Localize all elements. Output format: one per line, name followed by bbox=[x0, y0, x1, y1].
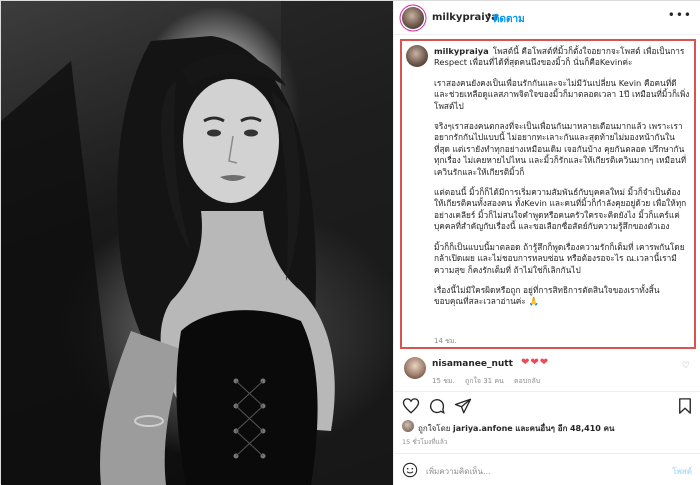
caption-avatar[interactable] bbox=[406, 45, 428, 67]
caption-highlight: milkypraiya โพสต์นี้ คือโพสต์ที่มิ้วก็ตั้… bbox=[400, 39, 696, 349]
share-icon[interactable] bbox=[454, 397, 472, 415]
comment-meta: 15 ชม. ถูกใจ 31 คน ตอบกลับ bbox=[432, 376, 548, 387]
comment-icon[interactable] bbox=[428, 397, 446, 415]
post-comment-button[interactable]: โพสต์ bbox=[672, 465, 692, 478]
likes-mid: และคนอื่นๆ อีก bbox=[515, 424, 568, 433]
bookmark-icon[interactable] bbox=[676, 397, 694, 415]
emoji-icon[interactable] bbox=[402, 462, 418, 478]
likes-text: ถูกใจโดย jariya.anfone และคนอื่นๆ อีก 48… bbox=[418, 422, 614, 435]
caption-paragraph: แต่ตอนนี้ มิ้วก็ก็ได้มีการเริ่มความสัมพั… bbox=[434, 187, 687, 232]
post-header: milkypraiya • ติดตาม ••• bbox=[394, 1, 700, 35]
comment-input[interactable]: เพิ่มความคิดเห็น... bbox=[426, 465, 491, 478]
post-timestamp[interactable]: 15 ชั่วโมงที่แล้ว bbox=[402, 437, 447, 447]
comment-time: 15 ชม. bbox=[432, 377, 455, 385]
add-comment-bar: เพิ่มความคิดเห็น... โพสต์ bbox=[394, 453, 700, 485]
likes-prefix: ถูกใจโดย bbox=[418, 424, 451, 433]
post-viewer: milkypraiya • ติดตาม ••• milkypraiya โพสต… bbox=[0, 0, 700, 485]
header-separator: • bbox=[486, 10, 492, 21]
caption-text: milkypraiya โพสต์นี้ คือโพสต์ที่มิ้วก็ตั้… bbox=[434, 46, 690, 317]
caption-paragraph: มิ้วก็ก็เป็นแบบนี้มาตลอด ถ้ารู้สึกก็พูดเ… bbox=[434, 241, 685, 275]
likes-count[interactable]: 48,410 คน bbox=[570, 424, 614, 433]
post-photo[interactable] bbox=[1, 1, 393, 485]
caption-paragraph: เราสองคนยังคงเป็นเพื่อนรักกันและจะไม่มีว… bbox=[434, 77, 690, 111]
comment-likes[interactable]: ถูกใจ 31 คน bbox=[465, 377, 504, 385]
follow-button[interactable]: ติดตาม bbox=[493, 12, 525, 27]
caption-time: 14 ชม. bbox=[434, 337, 457, 345]
more-options-icon[interactable]: ••• bbox=[668, 8, 692, 22]
reply-button[interactable]: ตอบกลับ bbox=[514, 377, 540, 385]
author-avatar[interactable] bbox=[402, 7, 424, 29]
liker-avatar[interactable] bbox=[402, 420, 414, 432]
caption-username[interactable]: milkypraiya bbox=[434, 46, 489, 56]
likes-summary: ถูกใจโดย jariya.anfone และคนอื่นๆ อีก 48… bbox=[402, 419, 700, 435]
caption-paragraph: เรื่องนี้ไม่มีใครผิดหรือถูก อยู่ที่การสิ… bbox=[434, 284, 660, 307]
comment-item: nisamanee_nutt ❤❤❤ 15 ชม. ถูกใจ 31 คน ตอ… bbox=[400, 354, 696, 388]
commenter-avatar[interactable] bbox=[404, 357, 426, 379]
caption-paragraph: จริงๆเราสองคนตกลงที่จะเป็นเพื่อนกันมาหลา… bbox=[434, 121, 687, 177]
liker-username[interactable]: jariya.anfone bbox=[453, 424, 513, 433]
comment-text: ❤❤❤ bbox=[521, 357, 550, 368]
photo-illustration bbox=[1, 1, 393, 485]
commenter-username[interactable]: nisamanee_nutt bbox=[432, 359, 513, 369]
comment-like-icon[interactable]: ♡ bbox=[682, 361, 690, 371]
action-bar bbox=[394, 391, 700, 417]
heart-icon[interactable] bbox=[402, 397, 420, 415]
post-side-panel: milkypraiya • ติดตาม ••• milkypraiya โพสต… bbox=[393, 1, 700, 485]
